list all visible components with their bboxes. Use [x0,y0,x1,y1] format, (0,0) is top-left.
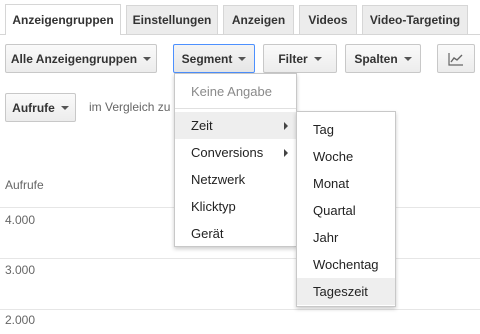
y-tick-label: 2.000 [5,313,36,327]
filter-button[interactable]: Filter [263,44,337,73]
metric-label: Aufrufe [12,100,55,115]
segment-label: Segment [181,51,233,66]
ad-group-filter-label: Alle Anzeigengruppen [10,51,138,66]
tab-bar: Anzeigengruppen Einstellungen Anzeigen V… [0,0,480,35]
metric-dropdown[interactable]: Aufrufe [5,93,76,122]
submenu-item-woche[interactable]: Woche [297,143,395,170]
segment-button[interactable]: Segment [173,44,255,73]
menu-item-netzwerk[interactable]: Netzwerk [175,166,296,193]
tab-anzeigengruppen[interactable]: Anzeigengruppen [5,4,121,35]
submenu-item-jahr[interactable]: Jahr [297,224,395,251]
chevron-down-icon [313,57,322,61]
submenu-item-tageszeit[interactable]: Tageszeit [297,278,395,305]
menu-item-keine-angabe: Keine Angabe [191,84,272,99]
chevron-down-icon [143,57,152,61]
chevron-right-icon [284,149,288,157]
line-chart-icon [448,52,463,66]
menu-item-zeit[interactable]: Zeit [175,112,296,139]
y-tick-label: 3.000 [5,263,36,277]
chevron-down-icon [403,57,412,61]
tab-video-targeting[interactable]: Video-Targeting [362,5,468,34]
gridline [0,309,480,310]
tab-einstellungen[interactable]: Einstellungen [126,5,218,34]
menu-item-klicktyp[interactable]: Klicktyp [175,193,296,220]
y-tick-label: 4.000 [5,213,36,227]
y-axis-title: Aufrufe [5,178,44,192]
filter-label: Filter [278,51,308,66]
compare-label: im Vergleich zu [89,100,171,114]
menu-item-conversions[interactable]: Conversions [175,139,296,166]
tab-videos[interactable]: Videos [299,5,357,34]
ad-group-filter-dropdown[interactable]: Alle Anzeigengruppen [5,44,157,73]
columns-label: Spalten [354,51,398,66]
chevron-right-icon [284,122,288,130]
chevron-down-icon [60,106,69,110]
submenu-item-monat[interactable]: Monat [297,170,395,197]
menu-divider [175,108,296,109]
menu-item-label: Conversions [191,145,264,160]
submenu-item-quartal[interactable]: Quartal [297,197,395,224]
chart-toggle-button[interactable] [437,44,475,73]
submenu-item-tag[interactable]: Tag [297,116,395,143]
columns-button[interactable]: Spalten [345,44,421,73]
submenu-item-wochentag[interactable]: Wochentag [297,251,395,278]
segment-menu: Keine Angabe Zeit Conversions Netzwerk K… [174,73,297,247]
time-submenu: Tag Woche Monat Quartal Jahr Wochentag T… [296,111,396,307]
chevron-down-icon [238,57,247,61]
menu-item-geraet[interactable]: Gerät [175,220,296,247]
menu-item-label: Zeit [191,118,213,133]
gridline [0,258,480,259]
tab-anzeigen[interactable]: Anzeigen [223,5,294,34]
